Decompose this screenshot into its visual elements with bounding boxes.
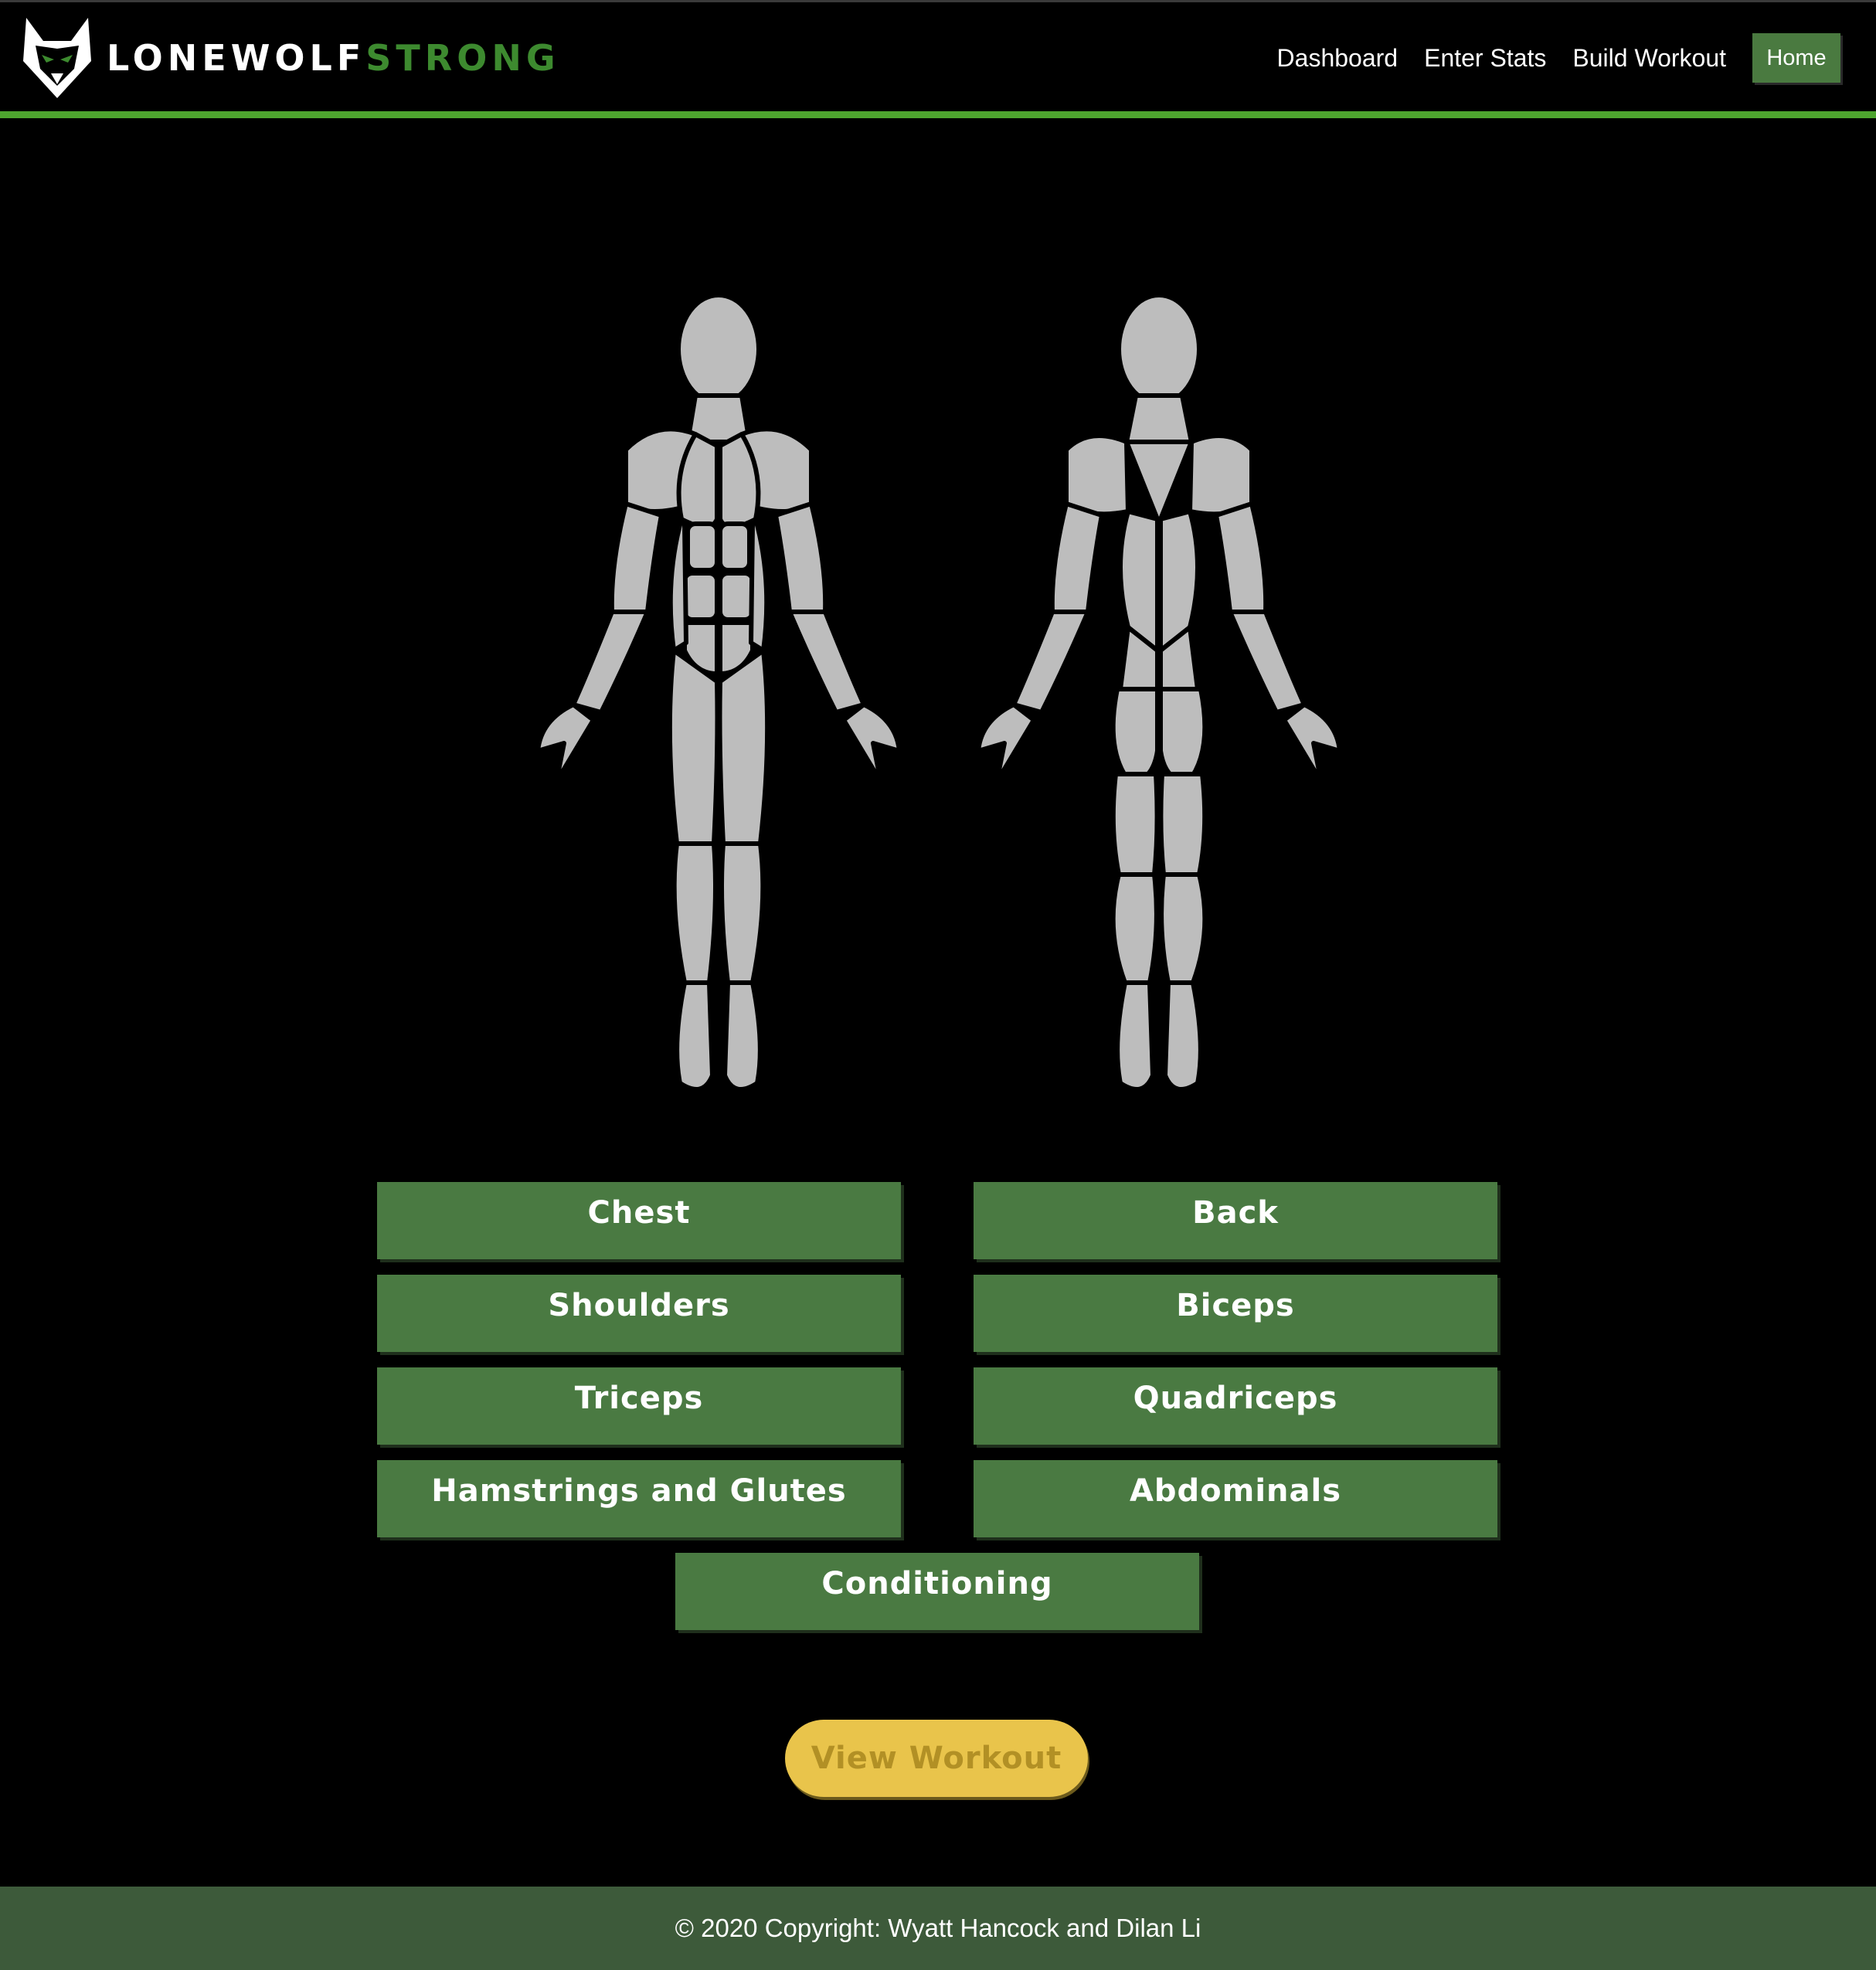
shoulders-button[interactable]: Shoulders (377, 1275, 901, 1352)
abdominals-button[interactable]: Abdominals (974, 1460, 1497, 1537)
nav-dashboard[interactable]: Dashboard (1277, 44, 1399, 73)
brand[interactable]: LONEWOLFSTRONG (20, 15, 560, 101)
view-workout-button[interactable]: View Workout (785, 1720, 1088, 1797)
back-button[interactable]: Back (974, 1182, 1497, 1259)
wolf-head-logo-icon (23, 18, 91, 98)
conditioning-button[interactable]: Conditioning (675, 1553, 1199, 1630)
nav-links: Dashboard Enter Stats Build Workout Home (1251, 33, 1840, 83)
brand-name-strong: STRONG (365, 37, 560, 79)
muscle-anatomy-front-icon[interactable] (510, 287, 912, 1106)
footer: © 2020 Copyright: Wyatt Hancock and Dila… (0, 1887, 1876, 1970)
nav-build-workout[interactable]: Build Workout (1572, 44, 1726, 73)
brand-name-lonewolf: LONEWOLF (107, 37, 366, 79)
triceps-button[interactable]: Triceps (377, 1367, 901, 1445)
home-button[interactable]: Home (1752, 33, 1840, 83)
biceps-button[interactable]: Biceps (974, 1275, 1497, 1352)
quadriceps-button[interactable]: Quadriceps (974, 1367, 1497, 1445)
nav-enter-stats[interactable]: Enter Stats (1424, 44, 1546, 73)
hamstrings-glutes-button[interactable]: Hamstrings and Glutes (377, 1460, 901, 1537)
brand-name: LONEWOLFSTRONG (107, 37, 560, 79)
navbar-accent-rule (0, 111, 1876, 118)
copyright-text: © 2020 Copyright: Wyatt Hancock and Dila… (675, 1914, 1201, 1942)
muscle-anatomy-back-icon[interactable] (950, 287, 1352, 1106)
top-navbar: LONEWOLFSTRONG Dashboard Enter Stats Bui… (0, 2, 1876, 111)
chest-button[interactable]: Chest (377, 1182, 901, 1259)
anatomy-illustration (510, 287, 1360, 1106)
